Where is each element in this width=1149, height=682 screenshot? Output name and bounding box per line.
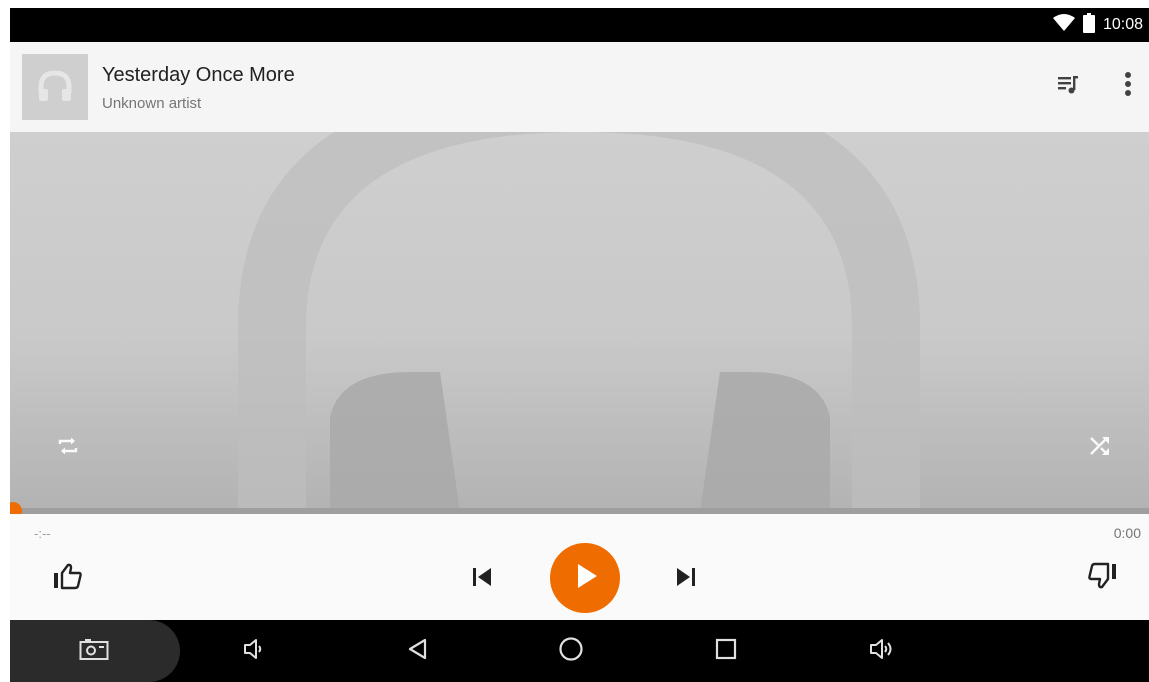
- wifi-icon: [1052, 13, 1075, 37]
- home-button[interactable]: [551, 631, 591, 671]
- time-total: 0:00: [1113, 525, 1141, 541]
- thumb-down-icon: [1087, 562, 1117, 595]
- screenshot-button[interactable]: [74, 631, 114, 671]
- volume-up-icon: [868, 637, 896, 666]
- playback-controls: -:-- 0:00: [10, 514, 1149, 620]
- play-button[interactable]: [550, 543, 620, 613]
- volume-down-button[interactable]: [234, 631, 274, 671]
- song-title: Yesterday Once More: [102, 64, 295, 86]
- thumb-up-button[interactable]: [48, 558, 88, 598]
- album-art-thumbnail[interactable]: [22, 54, 88, 120]
- back-button[interactable]: [398, 631, 438, 671]
- volume-up-button[interactable]: [862, 631, 902, 671]
- more-vert-icon: [1124, 71, 1132, 102]
- shuffle-button[interactable]: [1082, 430, 1118, 466]
- battery-icon: [1082, 12, 1095, 38]
- repeat-button[interactable]: [50, 430, 86, 466]
- skip-next-button[interactable]: [666, 559, 706, 599]
- headphones-icon: [35, 65, 75, 110]
- repeat-icon: [55, 433, 81, 464]
- queue-music-icon: [1056, 72, 1080, 101]
- now-playing-header[interactable]: Yesterday Once More Unknown artist: [10, 42, 1149, 132]
- thumb-up-icon: [53, 562, 83, 595]
- play-icon: [570, 561, 600, 596]
- album-art-area: [10, 132, 1149, 508]
- skip-previous-icon: [471, 566, 493, 593]
- home-icon: [558, 636, 584, 667]
- system-nav-bar: [10, 620, 1149, 682]
- headphones-art-icon: [238, 132, 920, 508]
- music-player-screen: 10:08 Yesterday Once More Unknown artist: [10, 8, 1149, 682]
- skip-next-icon: [675, 566, 697, 593]
- status-indicators: 10:08: [1052, 8, 1143, 42]
- volume-down-icon: [242, 637, 266, 666]
- recents-icon: [714, 637, 738, 666]
- back-icon: [406, 637, 430, 666]
- status-time: 10:08: [1102, 16, 1143, 33]
- status-bar: 10:08: [10, 8, 1149, 42]
- more-options-button[interactable]: [1110, 68, 1146, 104]
- skip-previous-button[interactable]: [462, 559, 502, 599]
- queue-button[interactable]: [1050, 68, 1086, 104]
- thumb-down-button[interactable]: [1082, 558, 1122, 598]
- time-elapsed: -:--: [34, 526, 51, 541]
- shuffle-icon: [1087, 433, 1113, 464]
- recents-button[interactable]: [706, 631, 746, 671]
- screenshot-icon: [79, 637, 109, 666]
- song-artist: Unknown artist: [102, 95, 202, 112]
